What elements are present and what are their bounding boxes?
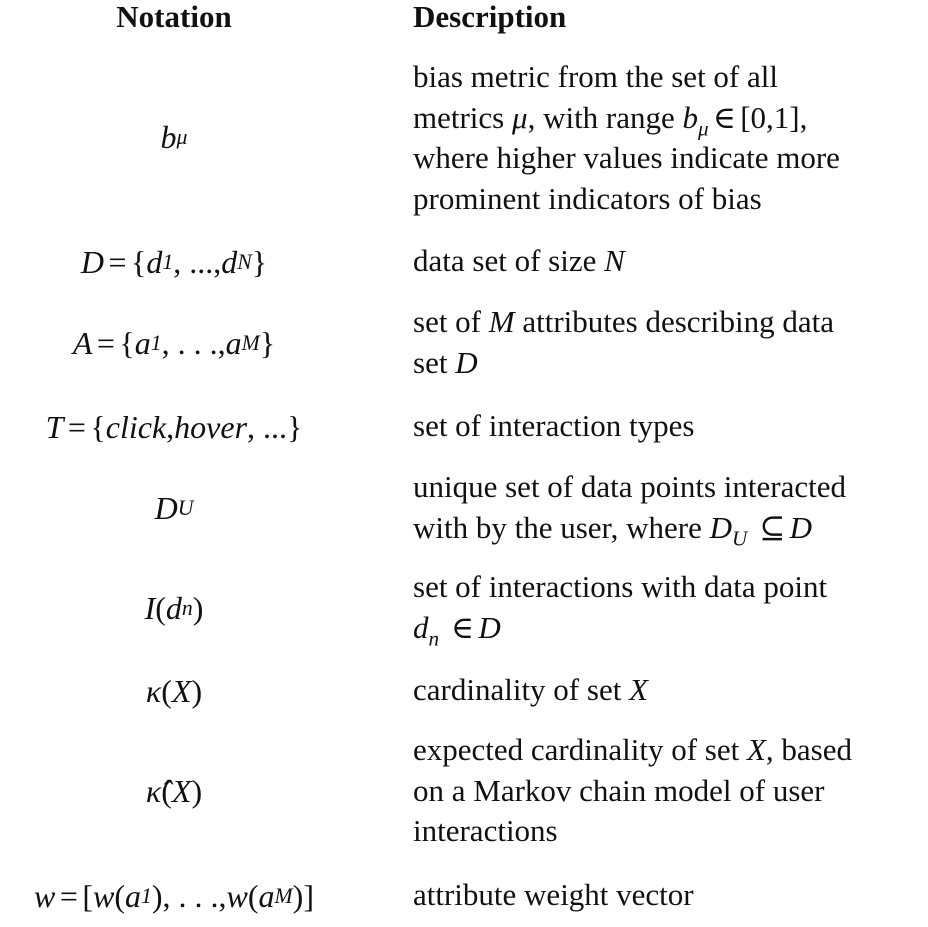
notation-cell: I(d n) — [144, 589, 204, 626]
description-line: unique set of data points interacted — [413, 469, 847, 504]
description-cell: attribute weight vector — [413, 875, 925, 916]
description-cell: bias metric from the set of all metrics μ… — [413, 57, 925, 219]
description-line: set of interactions with data point — [413, 569, 828, 604]
description-line: interactions — [413, 813, 558, 848]
notation-column-header: Notation — [116, 0, 232, 34]
description-line: bias metric from the set of all — [413, 59, 778, 94]
table-row: D U unique set of data points interacted wi… — [0, 467, 928, 549]
table-row: T ={click, hover, ...} set of interaction … — [0, 406, 928, 448]
notation-cell: DU — [154, 489, 194, 526]
table-row: I(d n) set of interactions with data point… — [0, 567, 928, 649]
description-line: data set of size N — [413, 243, 625, 278]
notation-cell: T ={click, hover, ...} — [45, 408, 303, 445]
table-row: w =[w(a 1), . . ., w(a M)] attribute weight … — [0, 875, 928, 917]
description-cell: set of interaction types — [413, 406, 925, 447]
notation-cell: w =[w(a 1), . . ., w(a M)] — [34, 877, 314, 914]
notation-cell: κ(X) — [145, 672, 203, 709]
table-row: κ̂(X) expected cardinality of set X, base… — [0, 730, 928, 852]
table-row: D ={d 1, ..., d N} data set of size N — [0, 241, 928, 283]
description-line: set of M attributes describing data — [413, 304, 834, 339]
description-line: prominent indicators of bias — [413, 180, 762, 216]
description-cell: data set of size N — [413, 241, 925, 282]
description-line: on a Markov chain model of user — [413, 772, 825, 808]
description-line: set of interaction types — [413, 408, 695, 443]
description-cell: unique set of data points interacted with… — [413, 467, 925, 548]
description-cell: set of M attributes describing data set D — [413, 302, 925, 383]
table-row: A ={a 1, . . ., a M} set of M attributes des… — [0, 302, 928, 384]
notation-cell: bμ — [160, 118, 188, 155]
description-cell: expected cardinality of set X, based on a… — [413, 730, 925, 852]
description-cell: set of interactions with data point dn ∈ D — [413, 567, 925, 648]
notation-cell: D ={d 1, ..., d N} — [80, 243, 268, 280]
description-line: set D — [413, 344, 478, 380]
description-line: expected cardinality of set X, based — [413, 732, 852, 767]
table-row: b μ bias metric from the set of all metrics… — [0, 57, 928, 217]
description-line: cardinality of set X — [413, 672, 648, 707]
description-line: where higher values indicate more — [413, 140, 840, 175]
description-line: with by the user, where DU ⊆ D — [413, 509, 813, 550]
notation-cell: A ={a 1, . . ., a M} — [72, 324, 276, 361]
description-line: dn ∈ D — [413, 609, 501, 650]
description-column-header: Description — [413, 0, 567, 34]
table-row: κ(X) cardinality of set X — [0, 670, 928, 712]
notation-cell: κ̂(X) — [145, 772, 203, 809]
description-line: attribute weight vector — [413, 877, 694, 912]
description-line: metrics μ, with range bμ ∈ [0,1], — [413, 99, 808, 140]
description-cell: cardinality of set X — [413, 670, 925, 711]
